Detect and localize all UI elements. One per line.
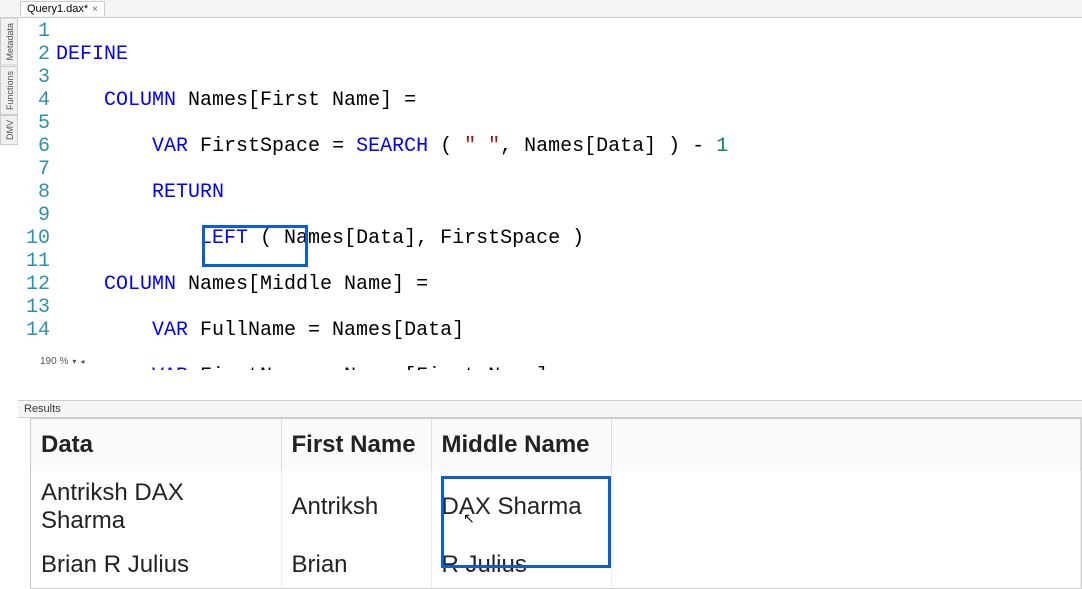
- side-tab-metadata[interactable]: Metadata: [0, 18, 18, 66]
- side-tabs: Metadata Functions DMV: [0, 18, 18, 148]
- column-header-empty: [611, 419, 1081, 471]
- chevron-down-icon[interactable]: ▾: [72, 357, 76, 366]
- cell-data: Antriksh DAX Sharma: [31, 471, 281, 543]
- tab-label: Query1.dax*: [27, 3, 88, 15]
- table-header-row: Data First Name Middle Name: [31, 419, 1081, 471]
- cell-middle: R Julius: [431, 543, 611, 587]
- close-icon[interactable]: ×: [92, 4, 98, 15]
- results-label: Results: [24, 403, 61, 415]
- side-tab-dmv[interactable]: DMV: [0, 115, 18, 145]
- results-panel-header[interactable]: Results: [18, 400, 1082, 418]
- file-tab[interactable]: Query1.dax* ×: [20, 1, 105, 16]
- table-row[interactable]: Brian R Julius Brian R Julius: [31, 543, 1081, 587]
- column-header-first-name[interactable]: First Name: [281, 419, 431, 471]
- tab-bar: Query1.dax* ×: [0, 0, 1082, 18]
- side-tab-functions[interactable]: Functions: [0, 66, 18, 115]
- code-content[interactable]: DEFINE COLUMN Names[First Name] = VAR Fi…: [56, 20, 768, 370]
- results-grid[interactable]: Data First Name Middle Name Antriksh DAX…: [30, 418, 1082, 589]
- cell-middle: DAX Sharma: [431, 471, 611, 543]
- cell-data: Brian R Julius: [31, 543, 281, 587]
- code-editor[interactable]: 1 2 3 4 5 6 7 8 9 10 11 12 13 14 DEFINE …: [18, 18, 1082, 370]
- zoom-control[interactable]: 190 % ▾ ◂: [40, 352, 84, 370]
- collapse-icon[interactable]: ◂: [80, 357, 84, 366]
- line-gutter: 1 2 3 4 5 6 7 8 9 10 11 12 13 14: [18, 20, 56, 370]
- cell-first: Antriksh: [281, 471, 431, 543]
- zoom-percent: 190 %: [40, 356, 68, 367]
- results-table: Data First Name Middle Name Antriksh DAX…: [31, 419, 1081, 587]
- table-row[interactable]: Antriksh DAX Sharma Antriksh DAX Sharma: [31, 471, 1081, 543]
- column-header-data[interactable]: Data: [31, 419, 281, 471]
- cell-first: Brian: [281, 543, 431, 587]
- column-header-middle-name[interactable]: Middle Name: [431, 419, 611, 471]
